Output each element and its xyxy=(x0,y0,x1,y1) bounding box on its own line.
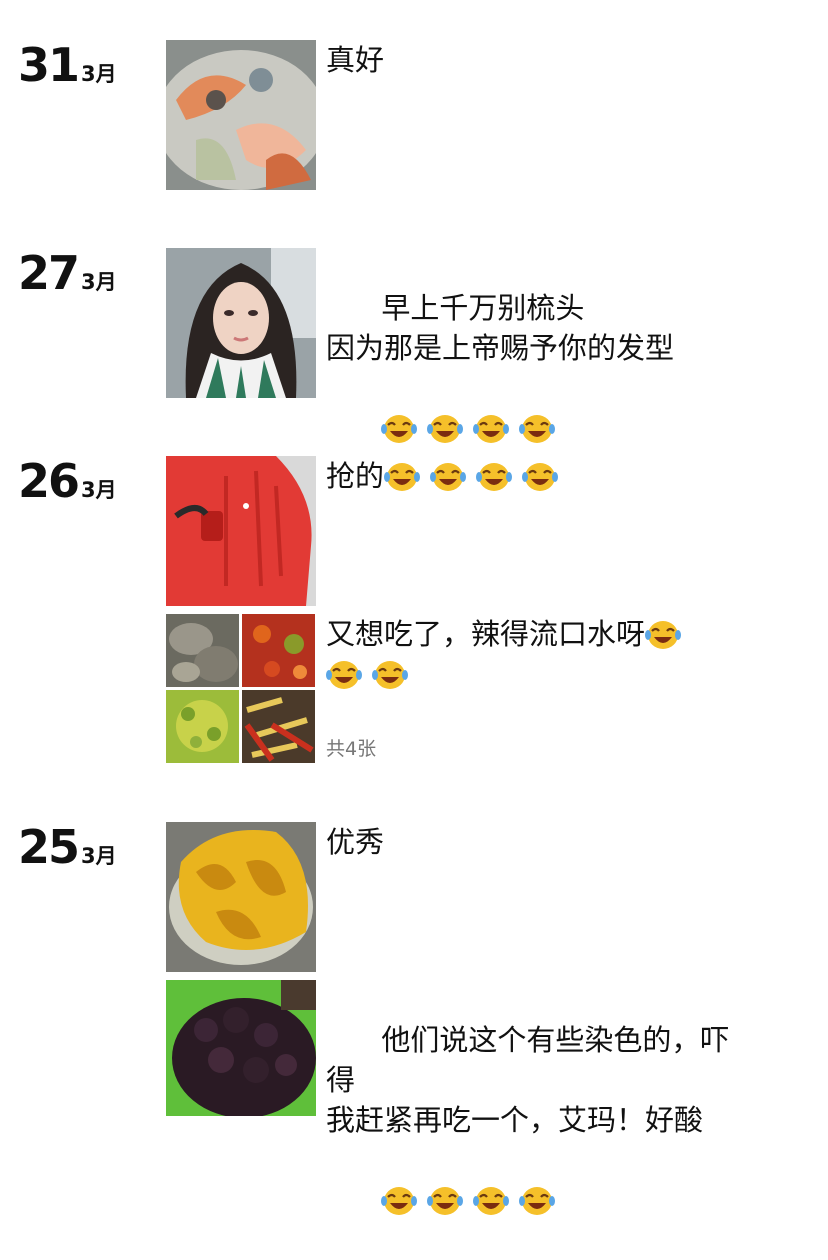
day-number: 31 xyxy=(18,38,80,92)
month-label: 3月 xyxy=(81,270,117,294)
tears-of-joy-icon xyxy=(473,414,510,444)
tears-of-joy-icon xyxy=(522,462,559,492)
grid-image-oysters[interactable] xyxy=(166,614,239,687)
tears-of-joy-icon xyxy=(381,414,418,444)
month-label: 3月 xyxy=(81,62,117,86)
date-label: 26 3月 xyxy=(18,456,117,506)
post-text: 早上千万别梳头 因为那是上帝赐予你的发型 xyxy=(326,248,756,488)
post-text-body: 又想吃了，辣得流口水呀 xyxy=(326,617,646,651)
tears-of-joy-icon xyxy=(326,660,362,690)
post-text: 优秀 xyxy=(326,825,385,859)
tears-of-joy-icon xyxy=(476,462,513,492)
post-text: 他们说这个有些染色的，吓得 我赶紧再吃一个，艾玛！好酸 xyxy=(326,980,756,1260)
day-number: 26 xyxy=(18,454,80,508)
date-label: 31 3月 xyxy=(18,40,117,90)
post-text: 又想吃了，辣得流口水呀 xyxy=(326,614,756,694)
tears-of-joy-icon xyxy=(519,414,556,444)
grid-image-chili-stew[interactable] xyxy=(242,614,315,687)
day-number: 25 xyxy=(18,820,80,874)
tears-of-joy-icon xyxy=(645,620,682,650)
post-thumbnail-mulberries[interactable] xyxy=(166,980,316,1116)
tears-of-joy-icon xyxy=(427,1186,464,1216)
tears-of-joy-icon xyxy=(381,1186,418,1216)
tears-of-joy-icon xyxy=(384,462,421,492)
post-text: 抢的 xyxy=(326,456,756,496)
photo-count: 共4张 xyxy=(326,738,377,760)
date-label: 25 3月 xyxy=(18,822,117,872)
tears-of-joy-icon xyxy=(519,1186,556,1216)
date-label: 27 3月 xyxy=(18,248,117,298)
month-label: 3月 xyxy=(81,478,117,502)
post-text-body: 他们说这个有些染色的，吓得 我赶紧再吃一个，艾玛！好酸 xyxy=(326,1023,730,1137)
post-text-body: 抢的 xyxy=(326,459,385,493)
post-thumbnail-red-mat[interactable] xyxy=(166,456,316,606)
post-text: 真好 xyxy=(326,43,385,77)
post-image-grid[interactable] xyxy=(166,614,316,764)
tears-of-joy-icon xyxy=(473,1186,510,1216)
day-number: 27 xyxy=(18,246,80,300)
post-thumbnail-yellow-fruit[interactable] xyxy=(166,822,316,972)
grid-image-pepper-mix[interactable] xyxy=(242,690,315,763)
post-text-body: 早上千万别梳头 因为那是上帝赐予你的发型 xyxy=(326,291,675,365)
post-thumbnail-seafood[interactable] xyxy=(166,40,316,190)
tears-of-joy-icon xyxy=(430,462,467,492)
grid-image-green-peas[interactable] xyxy=(166,690,239,763)
month-label: 3月 xyxy=(81,844,117,868)
tears-of-joy-icon xyxy=(372,660,408,690)
post-thumbnail-selfie[interactable] xyxy=(166,248,316,398)
tears-of-joy-icon xyxy=(427,414,464,444)
